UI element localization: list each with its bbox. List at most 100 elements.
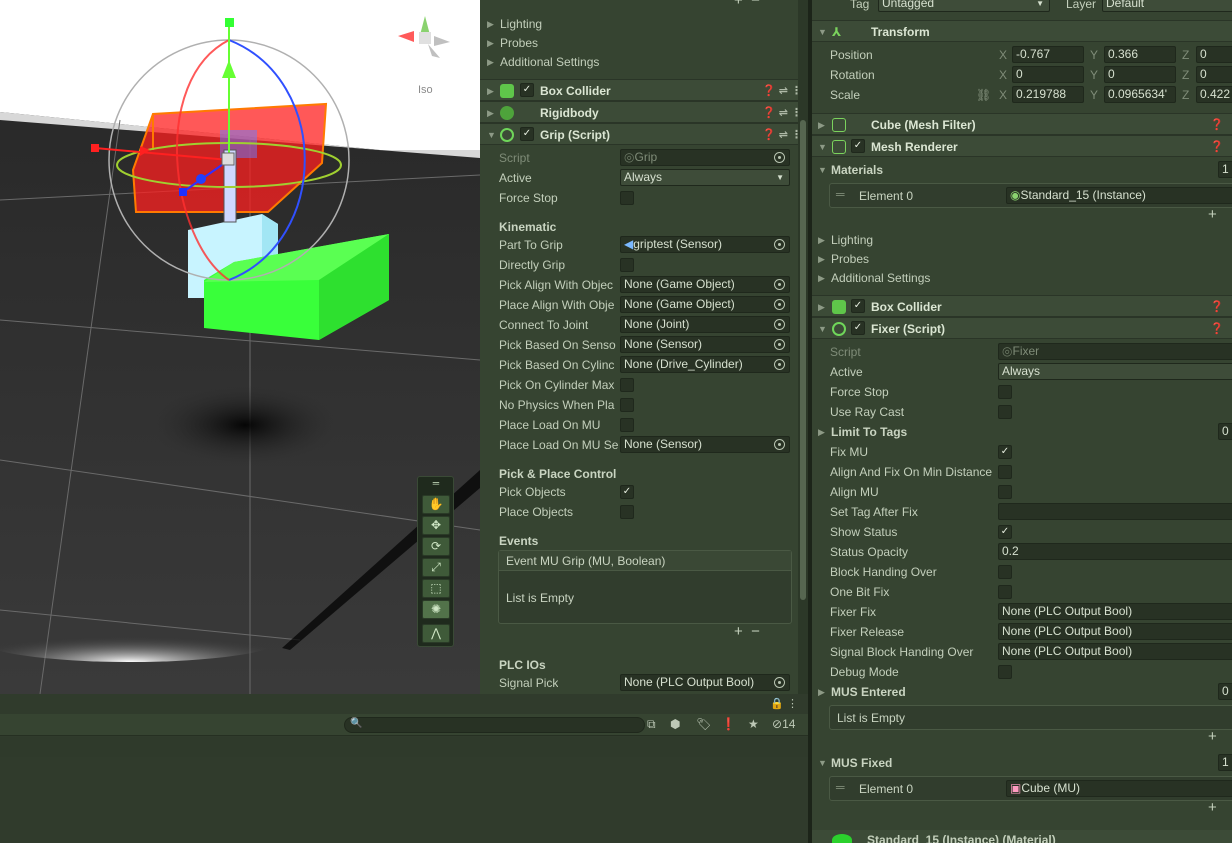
place-load-sensor-field[interactable]: None (Sensor) (620, 436, 790, 453)
fold-additional-settings[interactable]: Additional Settings (500, 52, 599, 72)
component-menu-icon[interactable]: ❓ ⇌ ⋮ (762, 124, 802, 146)
scene-canvas[interactable] (0, 0, 480, 694)
box-collider-enabled-checkbox[interactable]: ✓ (520, 83, 534, 97)
mesh-renderer-checkbox[interactable]: ✓ (851, 139, 865, 153)
fixer-fold[interactable]: Limit To Tags (831, 422, 907, 442)
help-icon[interactable]: ❓ (1210, 318, 1224, 340)
fixer-text-field[interactable]: 0.2 (998, 543, 1232, 560)
component-menu-icon[interactable]: ❓ ⇌ ⋮ (762, 80, 802, 102)
filter-icon[interactable]: ⧉ (647, 717, 656, 732)
no-physics-checkbox[interactable] (620, 398, 634, 412)
view-projection-label[interactable]: Iso (418, 84, 433, 96)
hidden-count[interactable]: ⊘14 (772, 717, 795, 731)
fixer-enabled-checkbox[interactable]: ✓ (851, 321, 865, 335)
material-add-button[interactable]: + (1208, 206, 1217, 223)
box-collider-right-checkbox[interactable]: ✓ (851, 299, 865, 313)
mus-entered-add-button[interactable]: + (1208, 728, 1217, 745)
fold-probes-right[interactable]: Probes (831, 249, 869, 269)
scale-tool-icon[interactable]: ⤢ (422, 558, 450, 577)
scene-view[interactable]: Iso ═ ✋ ✥ ⟳ ⤢ ⬚ ✺ ⋀ (0, 0, 480, 694)
materials-fold[interactable]: Materials (831, 160, 883, 180)
fixer-active-dropdown[interactable]: Always (998, 363, 1232, 380)
component-box-collider-right[interactable]: ▶ ✓ Box Collider ❓ (812, 295, 1232, 317)
fixer-fold[interactable]: MUS Entered (831, 682, 906, 702)
fixer-checkbox[interactable]: ✓ (998, 525, 1012, 539)
tag-icon[interactable]: 🏷 (696, 717, 711, 731)
help-icon[interactable]: ❓ (1210, 136, 1224, 158)
force-stop-checkbox[interactable] (620, 191, 634, 205)
fixer-text-field[interactable]: None (PLC Output Bool) (998, 603, 1232, 620)
materials-count[interactable]: 1 (1218, 161, 1232, 178)
scale-x[interactable]: 0.219788 (1012, 86, 1084, 103)
place-align-field[interactable]: None (Game Object) (620, 296, 790, 313)
fold-probes[interactable]: Probes (500, 33, 538, 53)
component-grip-script[interactable]: ▼ ✓ Grip (Script) ❓ ⇌ ⋮ (480, 123, 810, 145)
fold-additional-settings-right[interactable]: Additional Settings (831, 268, 930, 288)
component-transform[interactable]: ▼ ⅄ Transform (812, 20, 1232, 42)
rotate-tool-icon[interactable]: ⟳ (422, 537, 450, 556)
rotation-x[interactable]: 0 (1012, 66, 1084, 83)
transform-tool-icon[interactable]: ✺ (422, 600, 450, 619)
directly-grip-checkbox[interactable] (620, 258, 634, 272)
rect-tool-icon[interactable]: ⬚ (422, 579, 450, 598)
tag-dropdown[interactable]: Untagged ▼ (878, 0, 1050, 12)
console-search-input[interactable]: 🔍 (344, 717, 645, 733)
pick-based-on-sensor-field[interactable]: None (Sensor) (620, 336, 790, 353)
fixer-checkbox[interactable] (998, 665, 1012, 679)
drag-handle-icon[interactable]: ═ (422, 479, 450, 489)
fixer-checkbox[interactable] (998, 465, 1012, 479)
fixer-checkbox[interactable] (998, 405, 1012, 419)
fold-count[interactable]: 0 (1218, 423, 1232, 440)
event-add-remove-buttons[interactable]: + − (734, 623, 760, 640)
fixer-checkbox[interactable] (998, 485, 1012, 499)
fold-lighting-right[interactable]: Lighting (831, 230, 873, 250)
place-objects-checkbox[interactable] (620, 505, 634, 519)
active-dropdown[interactable]: Always ▼ (620, 169, 790, 186)
component-mesh-filter[interactable]: ▶ Cube (Mesh Filter) ❓ (812, 113, 1232, 135)
material-element-field[interactable]: ◉Standard_15 (Instance) (1006, 187, 1232, 204)
hierarchy-icon[interactable]: ⬢ (670, 717, 680, 731)
fixer-checkbox[interactable] (998, 385, 1012, 399)
fold-count[interactable]: 0 (1218, 683, 1232, 700)
component-mesh-renderer[interactable]: ▼ ✓ Mesh Renderer ❓ (812, 135, 1232, 157)
fixer-text-field[interactable]: None (PLC Output Bool) (998, 623, 1232, 640)
constrain-scale-icon[interactable]: ⛓ (976, 85, 991, 105)
scale-z[interactable]: 0.422 (1196, 86, 1232, 103)
pick-objects-checkbox[interactable]: ✓ (620, 485, 634, 499)
help-icon[interactable]: ❓ (1210, 296, 1224, 318)
rotation-y[interactable]: 0 (1104, 66, 1176, 83)
component-rigidbody[interactable]: ▶ Rigidbody ❓ ⇌ ⋮ (480, 101, 810, 123)
position-y[interactable]: 0.366 (1104, 46, 1176, 63)
error-icon[interactable]: ❗ (721, 717, 736, 731)
layer-dropdown[interactable]: Default (1102, 0, 1232, 12)
mus-fixed-fold[interactable]: MUS Fixed (831, 753, 892, 773)
position-x[interactable]: -0.767 (1012, 46, 1084, 63)
fixer-checkbox[interactable] (998, 585, 1012, 599)
component-box-collider[interactable]: ▶ ✓ Box Collider ❓ ⇌ ⋮ (480, 79, 810, 101)
fixer-text-field[interactable]: None (PLC Output Bool) (998, 643, 1232, 660)
fixer-text-field[interactable] (998, 503, 1232, 520)
inspector-scroll-thumb[interactable] (800, 120, 806, 600)
rotation-z[interactable]: 0 (1196, 66, 1232, 83)
mus-fixed-count[interactable]: 1 (1218, 754, 1232, 771)
add-material-button[interactable]: + − (734, 0, 760, 9)
part-to-grip-field[interactable]: ◀griptest (Sensor) (620, 236, 790, 253)
console-row[interactable] (0, 737, 808, 757)
fixer-checkbox[interactable] (998, 565, 1012, 579)
hand-tool-icon[interactable]: ✋ (422, 495, 450, 514)
place-load-on-mu-checkbox[interactable] (620, 418, 634, 432)
fold-lighting[interactable]: Lighting (500, 14, 542, 34)
lock-icon[interactable]: 🔒 ⋮ (770, 697, 798, 710)
move-tool-icon[interactable]: ✥ (422, 516, 450, 535)
grip-enabled-checkbox[interactable]: ✓ (520, 127, 534, 141)
mus-fixed-add-button[interactable]: + (1208, 799, 1217, 816)
component-menu-icon[interactable]: ❓ ⇌ ⋮ (762, 102, 802, 124)
custom-tool-icon[interactable]: ⋀ (422, 624, 450, 643)
mus-fixed-element-field[interactable]: ▣Cube (MU) (1006, 780, 1232, 797)
star-icon[interactable]: ★ (748, 717, 759, 731)
position-z[interactable]: 0 (1196, 46, 1232, 63)
signal-pick-field[interactable]: None (PLC Output Bool) (620, 674, 790, 691)
pick-on-cylinder-max-checkbox[interactable] (620, 378, 634, 392)
pick-align-field[interactable]: None (Game Object) (620, 276, 790, 293)
fixer-checkbox[interactable]: ✓ (998, 445, 1012, 459)
